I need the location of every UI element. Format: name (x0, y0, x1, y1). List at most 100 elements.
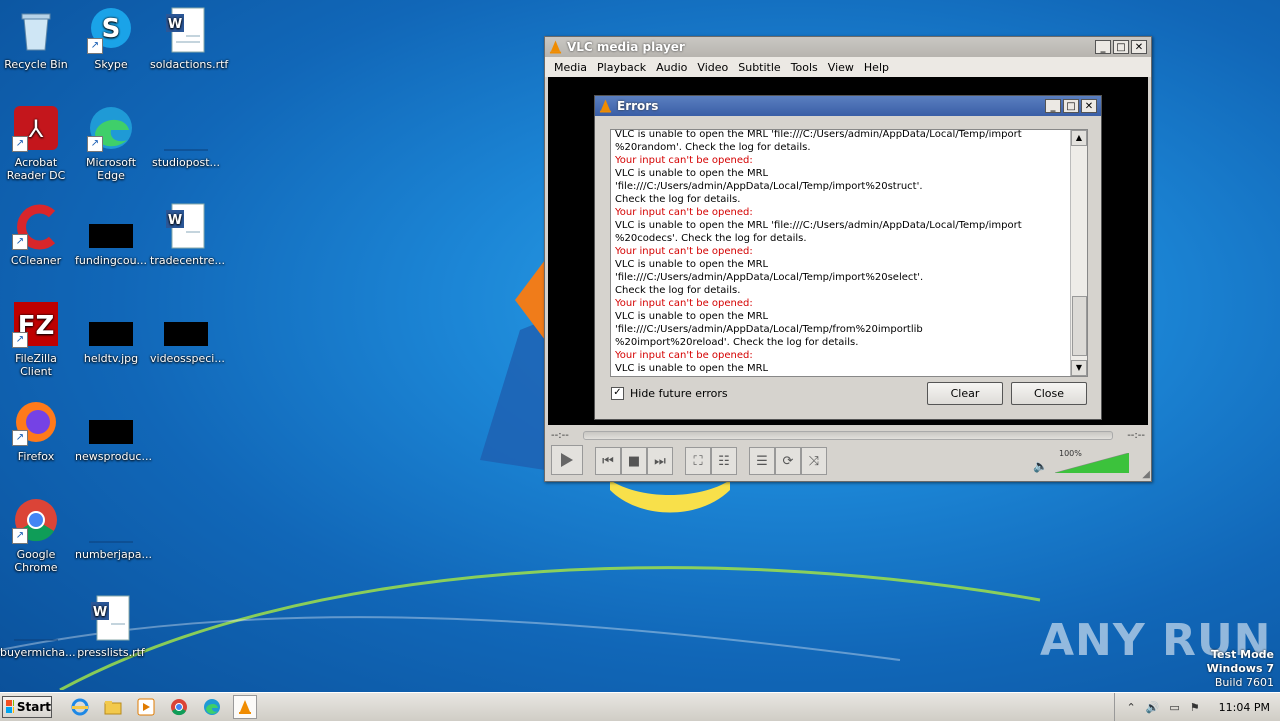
desktop-icon-firefox[interactable]: ↗ Firefox (0, 398, 72, 463)
errors-dialog[interactable]: Errors _ □ ✕ VLC is unable to open the M… (594, 95, 1102, 420)
errors-titlebar[interactable]: Errors _ □ ✕ (595, 96, 1101, 116)
log-scrollbar[interactable]: ▲ ▼ (1070, 130, 1087, 376)
hide-errors-checkbox[interactable]: ✓ Hide future errors (611, 387, 728, 400)
shuffle-button[interactable]: ⤨ (801, 447, 827, 475)
clear-button[interactable]: Clear (927, 382, 1003, 405)
menu-view[interactable]: View (823, 61, 859, 74)
close-button[interactable]: ✕ (1131, 40, 1147, 54)
desktop-icon-newsproduc[interactable]: newsproduc... (75, 398, 152, 463)
desktop-icon-soldactions[interactable]: W soldactions.rtf (150, 6, 228, 71)
speaker-icon: 🔈 (1033, 459, 1048, 473)
desktop-icon-presslists[interactable]: W presslists.rtf (75, 594, 147, 659)
play-icon (561, 453, 573, 467)
error-log[interactable]: VLC is unable to open the MRL 'file:///C… (610, 129, 1088, 377)
taskbar-explorer[interactable] (101, 695, 125, 719)
taskbar-media-player[interactable] (134, 695, 158, 719)
error-detail-line: VLC is unable to open the MRL 'file:///C… (615, 311, 923, 335)
minimize-button[interactable]: _ (1095, 40, 1111, 54)
error-detail-line: %20random'. Check the log for details. (615, 142, 811, 153)
menu-video[interactable]: Video (692, 61, 733, 74)
black-thumbnail-icon (87, 398, 135, 446)
desktop-icon-filezilla[interactable]: FZ ↗ FileZilla Client (0, 300, 72, 378)
start-button[interactable]: Start (2, 696, 52, 718)
volume-label: 100% (1059, 449, 1082, 458)
next-icon: ⏭ (654, 453, 666, 469)
close-dialog-button[interactable]: Close (1011, 382, 1087, 405)
desktop-icon-studiopost[interactable]: studiopost... (150, 104, 222, 169)
menu-tools[interactable]: Tools (786, 61, 823, 74)
windows-logo-icon (6, 700, 14, 713)
checkbox-box[interactable]: ✓ (611, 387, 624, 400)
svg-text:S: S (102, 14, 121, 44)
stop-icon: ■ (627, 453, 641, 469)
start-label: Start (16, 700, 51, 714)
error-heading-line: Your input can't be opened: (615, 298, 753, 309)
desktop-icon-recycle-bin[interactable]: Recycle Bin (0, 6, 72, 71)
desktop-icon-buyermicha[interactable]: buyermicha... (0, 594, 76, 659)
menu-playback[interactable]: Playback (592, 61, 651, 74)
vlc-menubar: Media Playback Audio Video Subtitle Tool… (545, 57, 1151, 77)
errors-maximize-button[interactable]: □ (1063, 99, 1079, 113)
seek-bar[interactable] (582, 430, 1114, 440)
error-detail-line: %20codecs'. Check the log for details. (615, 233, 807, 244)
errors-close-button[interactable]: ✕ (1081, 99, 1097, 113)
play-button[interactable] (551, 445, 583, 475)
resize-grip[interactable]: ◢ (1142, 469, 1150, 480)
errors-minimize-button[interactable]: _ (1045, 99, 1061, 113)
next-button[interactable]: ⏭ (647, 447, 673, 475)
test-mode-line1: Test Mode (1211, 648, 1274, 661)
error-heading-line: Your input can't be opened: (615, 155, 753, 166)
black-thumbnail-icon (87, 202, 135, 250)
volume-control[interactable]: 🔈 100% (1033, 449, 1133, 475)
error-detail-line: VLC is unable to open the MRL 'file:///C… (615, 168, 923, 192)
desktop-icon-edge[interactable]: ↗ Microsoft Edge (75, 104, 147, 182)
taskbar-edge[interactable] (200, 695, 224, 719)
svg-text:⅄: ⅄ (28, 115, 44, 143)
desktop-icon-videosspeci[interactable]: videosspeci... (150, 300, 225, 365)
time-remaining: --:-- (1127, 429, 1145, 441)
volume-tray-icon[interactable]: 🔊 (1146, 701, 1160, 714)
desktop-icon-ccleaner[interactable]: ↗ CCleaner (0, 202, 72, 267)
menu-audio[interactable]: Audio (651, 61, 692, 74)
menu-help[interactable]: Help (859, 61, 894, 74)
network-icon[interactable]: ▭ (1169, 701, 1179, 714)
playlist-button[interactable]: ☰ (749, 447, 775, 475)
clock[interactable]: 11:04 PM (1219, 701, 1270, 714)
explorer-icon (104, 701, 122, 715)
scroll-down-button[interactable]: ▼ (1071, 360, 1087, 376)
scroll-up-button[interactable]: ▲ (1071, 130, 1087, 146)
menu-media[interactable]: Media (549, 61, 592, 74)
show-hidden-icons-icon[interactable]: ⌃ (1126, 701, 1135, 714)
desktop-icon-skype[interactable]: S ↗ Skype (75, 6, 147, 71)
vlc-title: VLC media player (567, 40, 685, 54)
taskbar-chrome[interactable] (167, 695, 191, 719)
error-detail-line: Check the log for details. (615, 194, 741, 205)
desktop-icon-fundingcou[interactable]: fundingcou... (75, 202, 147, 267)
extended-settings-button[interactable]: ☷ (711, 447, 737, 475)
svg-text:W: W (168, 17, 182, 32)
desktop-icon-acrobat[interactable]: ⅄ ↗ Acrobat Reader DC (0, 104, 72, 182)
svg-text:W: W (93, 605, 107, 620)
previous-button[interactable]: ⏮ (595, 447, 621, 475)
desktop-icon-tradecentre[interactable]: W tradecentre... (150, 202, 225, 267)
stop-button[interactable]: ■ (621, 447, 647, 475)
loop-button[interactable]: ⟳ (775, 447, 801, 475)
menu-subtitle[interactable]: Subtitle (733, 61, 785, 74)
error-heading-line: Your input can't be opened: (615, 350, 753, 361)
black-thumbnail-icon (162, 300, 210, 348)
fullscreen-button[interactable]: ⛶ (685, 447, 711, 475)
taskbar-ie[interactable] (68, 695, 92, 719)
error-heading-line: Your input can't be opened: (615, 246, 753, 257)
black-thumbnail-icon (87, 300, 135, 348)
scroll-thumb[interactable] (1072, 296, 1087, 356)
test-mode-line3: Build 7601 (1214, 676, 1274, 689)
previous-icon: ⏮ (602, 453, 614, 469)
vlc-titlebar[interactable]: VLC media player _ □ ✕ (545, 37, 1151, 57)
action-center-flag-icon[interactable]: ⚑ (1190, 701, 1200, 714)
acrobat-icon: ⅄ ↗ (12, 104, 60, 152)
desktop-icon-chrome[interactable]: ↗ Google Chrome (0, 496, 72, 574)
taskbar-vlc[interactable] (233, 695, 257, 719)
maximize-button[interactable]: □ (1113, 40, 1129, 54)
desktop-icon-numberjapa[interactable]: numberjapa... (75, 496, 152, 561)
desktop-icon-heldtv[interactable]: heldtv.jpg (75, 300, 147, 365)
